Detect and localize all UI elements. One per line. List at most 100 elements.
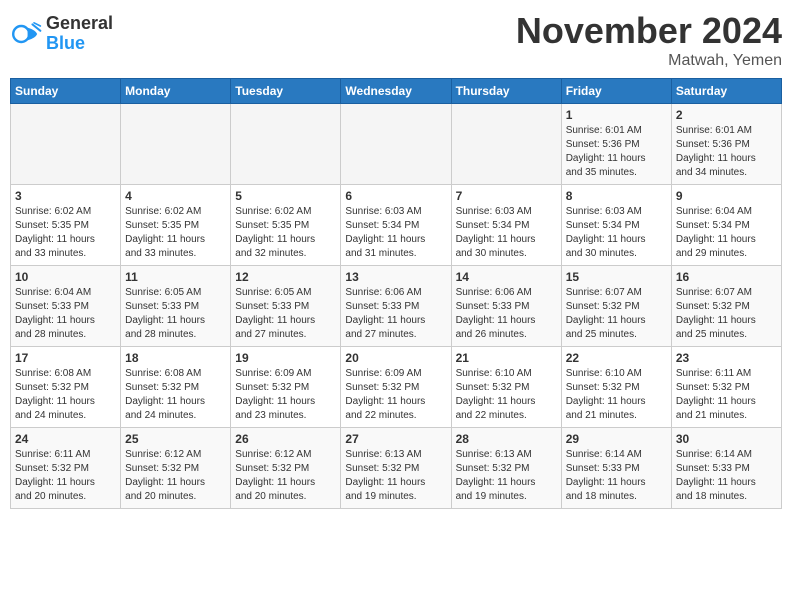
day-info: Sunrise: 6:08 AM Sunset: 5:32 PM Dayligh…: [15, 367, 116, 423]
day-info: Sunrise: 6:06 AM Sunset: 5:33 PM Dayligh…: [456, 286, 557, 342]
day-number: 15: [566, 270, 667, 284]
calendar-day-cell: 10 Sunrise: 6:04 AM Sunset: 5:33 PM Dayli…: [11, 266, 121, 347]
day-number: 10: [15, 270, 116, 284]
calendar-day-cell: 30 Sunrise: 6:14 AM Sunset: 5:33 PM Dayli…: [671, 428, 781, 509]
day-number: 21: [456, 351, 557, 365]
day-number: 19: [235, 351, 336, 365]
calendar-week-row: 3Sunrise: 6:02 AM Sunset: 5:35 PM Daylig…: [11, 185, 782, 266]
calendar-day-cell: [451, 104, 561, 185]
calendar-day-cell: 13 Sunrise: 6:06 AM Sunset: 5:33 PM Dayli…: [341, 266, 451, 347]
day-info: Sunrise: 6:14 AM Sunset: 5:33 PM Dayligh…: [676, 448, 777, 504]
calendar-week-row: 17Sunrise: 6:08 AM Sunset: 5:32 PM Dayli…: [11, 347, 782, 428]
day-info: Sunrise: 6:13 AM Sunset: 5:32 PM Dayligh…: [456, 448, 557, 504]
day-number: 24: [15, 432, 116, 446]
day-info: Sunrise: 6:10 AM Sunset: 5:32 PM Dayligh…: [566, 367, 667, 423]
day-info: Sunrise: 6:03 AM Sunset: 5:34 PM Dayligh…: [456, 205, 557, 261]
day-number: 18: [125, 351, 226, 365]
weekday-header: Thursday: [451, 79, 561, 104]
calendar-day-cell: 23 Sunrise: 6:11 AM Sunset: 5:32 PM Dayli…: [671, 347, 781, 428]
calendar-day-cell: 4Sunrise: 6:02 AM Sunset: 5:35 PM Daylig…: [121, 185, 231, 266]
weekday-header: Saturday: [671, 79, 781, 104]
day-info: Sunrise: 6:11 AM Sunset: 5:32 PM Dayligh…: [676, 367, 777, 423]
calendar-day-cell: 26 Sunrise: 6:12 AM Sunset: 5:32 PM Dayli…: [231, 428, 341, 509]
calendar-day-cell: 29 Sunrise: 6:14 AM Sunset: 5:33 PM Dayli…: [561, 428, 671, 509]
day-number: 7: [456, 189, 557, 203]
calendar-day-cell: 11 Sunrise: 6:05 AM Sunset: 5:33 PM Dayli…: [121, 266, 231, 347]
day-info: Sunrise: 6:05 AM Sunset: 5:33 PM Dayligh…: [235, 286, 336, 342]
weekday-header: Monday: [121, 79, 231, 104]
weekday-header: Wednesday: [341, 79, 451, 104]
day-number: 16: [676, 270, 777, 284]
day-number: 30: [676, 432, 777, 446]
month-title: November 2024: [516, 10, 782, 52]
day-number: 26: [235, 432, 336, 446]
calendar-day-cell: 25Sunrise: 6:12 AM Sunset: 5:32 PM Dayli…: [121, 428, 231, 509]
weekday-header: Sunday: [11, 79, 121, 104]
day-info: Sunrise: 6:04 AM Sunset: 5:33 PM Dayligh…: [15, 286, 116, 342]
calendar-day-cell: 20Sunrise: 6:09 AM Sunset: 5:32 PM Dayli…: [341, 347, 451, 428]
day-number: 22: [566, 351, 667, 365]
day-number: 28: [456, 432, 557, 446]
calendar-header-row: SundayMondayTuesdayWednesdayThursdayFrid…: [11, 79, 782, 104]
title-block: November 2024 Matwah, Yemen: [516, 10, 782, 70]
day-info: Sunrise: 6:04 AM Sunset: 5:34 PM Dayligh…: [676, 205, 777, 261]
day-info: Sunrise: 6:09 AM Sunset: 5:32 PM Dayligh…: [235, 367, 336, 423]
day-number: 27: [345, 432, 446, 446]
calendar-day-cell: 28 Sunrise: 6:13 AM Sunset: 5:32 PM Dayli…: [451, 428, 561, 509]
day-number: 20: [345, 351, 446, 365]
calendar-day-cell: [121, 104, 231, 185]
calendar-day-cell: 15 Sunrise: 6:07 AM Sunset: 5:32 PM Dayli…: [561, 266, 671, 347]
day-number: 1: [566, 108, 667, 122]
day-info: Sunrise: 6:14 AM Sunset: 5:33 PM Dayligh…: [566, 448, 667, 504]
day-info: Sunrise: 6:02 AM Sunset: 5:35 PM Dayligh…: [15, 205, 116, 261]
logo-general-text: General: [46, 13, 113, 33]
calendar-day-cell: 19 Sunrise: 6:09 AM Sunset: 5:32 PM Dayli…: [231, 347, 341, 428]
weekday-header: Friday: [561, 79, 671, 104]
calendar-day-cell: 12Sunrise: 6:05 AM Sunset: 5:33 PM Dayli…: [231, 266, 341, 347]
day-info: Sunrise: 6:05 AM Sunset: 5:33 PM Dayligh…: [125, 286, 226, 342]
calendar-day-cell: 27 Sunrise: 6:13 AM Sunset: 5:32 PM Dayli…: [341, 428, 451, 509]
calendar-day-cell: 24 Sunrise: 6:11 AM Sunset: 5:32 PM Dayli…: [11, 428, 121, 509]
day-number: 23: [676, 351, 777, 365]
calendar-day-cell: 3Sunrise: 6:02 AM Sunset: 5:35 PM Daylig…: [11, 185, 121, 266]
calendar-table: SundayMondayTuesdayWednesdayThursdayFrid…: [10, 78, 782, 509]
day-info: Sunrise: 6:13 AM Sunset: 5:32 PM Dayligh…: [345, 448, 446, 504]
day-number: 14: [456, 270, 557, 284]
day-number: 6: [345, 189, 446, 203]
day-number: 29: [566, 432, 667, 446]
calendar-day-cell: 21 Sunrise: 6:10 AM Sunset: 5:32 PM Dayli…: [451, 347, 561, 428]
calendar-day-cell: 1 Sunrise: 6:01 AM Sunset: 5:36 PM Daylig…: [561, 104, 671, 185]
day-info: Sunrise: 6:12 AM Sunset: 5:32 PM Dayligh…: [125, 448, 226, 504]
calendar-week-row: 10 Sunrise: 6:04 AM Sunset: 5:33 PM Dayli…: [11, 266, 782, 347]
day-number: 5: [235, 189, 336, 203]
calendar-day-cell: 17Sunrise: 6:08 AM Sunset: 5:32 PM Dayli…: [11, 347, 121, 428]
calendar-day-cell: 22 Sunrise: 6:10 AM Sunset: 5:32 PM Dayli…: [561, 347, 671, 428]
page-header: General Blue November 2024 Matwah, Yemen: [10, 10, 782, 70]
day-info: Sunrise: 6:01 AM Sunset: 5:36 PM Dayligh…: [676, 124, 777, 180]
day-info: Sunrise: 6:12 AM Sunset: 5:32 PM Dayligh…: [235, 448, 336, 504]
day-number: 13: [345, 270, 446, 284]
day-number: 11: [125, 270, 226, 284]
calendar-day-cell: 2 Sunrise: 6:01 AM Sunset: 5:36 PM Daylig…: [671, 104, 781, 185]
logo-icon: [10, 18, 42, 50]
day-info: Sunrise: 6:01 AM Sunset: 5:36 PM Dayligh…: [566, 124, 667, 180]
day-number: 4: [125, 189, 226, 203]
calendar-day-cell: [11, 104, 121, 185]
logo-blue-text: Blue: [46, 33, 85, 53]
calendar-day-cell: 14 Sunrise: 6:06 AM Sunset: 5:33 PM Dayli…: [451, 266, 561, 347]
day-info: Sunrise: 6:07 AM Sunset: 5:32 PM Dayligh…: [676, 286, 777, 342]
day-info: Sunrise: 6:07 AM Sunset: 5:32 PM Dayligh…: [566, 286, 667, 342]
logo: General Blue: [10, 14, 113, 54]
calendar-day-cell: [341, 104, 451, 185]
day-info: Sunrise: 6:10 AM Sunset: 5:32 PM Dayligh…: [456, 367, 557, 423]
day-info: Sunrise: 6:03 AM Sunset: 5:34 PM Dayligh…: [345, 205, 446, 261]
day-number: 8: [566, 189, 667, 203]
day-info: Sunrise: 6:11 AM Sunset: 5:32 PM Dayligh…: [15, 448, 116, 504]
calendar-week-row: 1 Sunrise: 6:01 AM Sunset: 5:36 PM Daylig…: [11, 104, 782, 185]
day-info: Sunrise: 6:06 AM Sunset: 5:33 PM Dayligh…: [345, 286, 446, 342]
calendar-day-cell: 16 Sunrise: 6:07 AM Sunset: 5:32 PM Dayli…: [671, 266, 781, 347]
calendar-day-cell: 5Sunrise: 6:02 AM Sunset: 5:35 PM Daylig…: [231, 185, 341, 266]
calendar-day-cell: 7 Sunrise: 6:03 AM Sunset: 5:34 PM Daylig…: [451, 185, 561, 266]
logo-text: General Blue: [46, 14, 113, 54]
day-number: 2: [676, 108, 777, 122]
